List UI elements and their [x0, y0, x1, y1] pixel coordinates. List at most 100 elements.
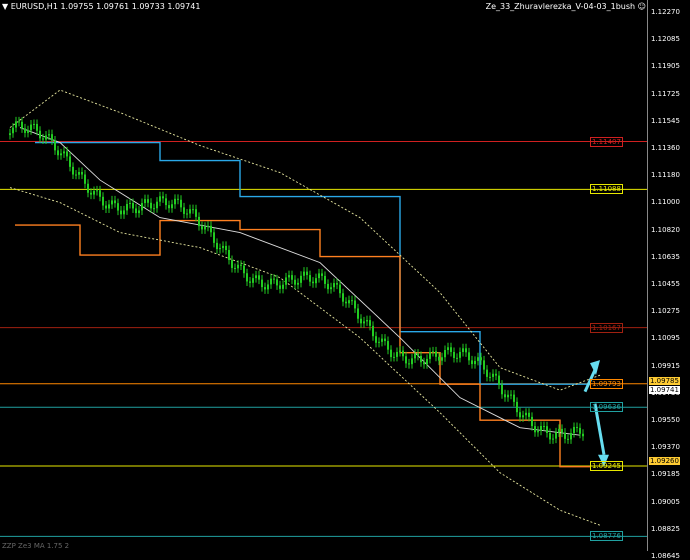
candle-body — [501, 384, 503, 395]
candle-body — [105, 205, 107, 209]
candle-body — [15, 121, 17, 128]
candle-body — [564, 432, 566, 439]
candle-body — [486, 369, 488, 377]
candle-body — [351, 300, 353, 302]
candle-body — [324, 275, 326, 284]
candle-body — [132, 203, 134, 209]
candle-body — [294, 279, 296, 285]
candle-body — [279, 285, 281, 289]
candle-body — [111, 200, 113, 205]
candle-body — [372, 325, 374, 337]
candle-body — [519, 412, 521, 418]
candle-body — [516, 401, 518, 413]
candle-body — [546, 426, 548, 433]
candle-body — [471, 360, 473, 365]
candle-body — [330, 287, 332, 290]
candle-body — [522, 415, 524, 418]
candle-body — [534, 426, 536, 433]
candle-body — [579, 427, 581, 434]
candle-body — [276, 279, 278, 286]
candle-body — [270, 278, 272, 285]
candle-body — [117, 203, 119, 211]
candle-body — [573, 426, 575, 434]
candle-body — [216, 242, 218, 250]
candle-body — [54, 140, 56, 151]
candle-body — [204, 226, 206, 230]
candle-body — [318, 273, 320, 279]
candle-body — [414, 353, 416, 359]
symbol-info: EURUSD,H1 1.09755 1.09761 1.09733 1.0974… — [10, 2, 201, 11]
candle-body — [447, 347, 449, 351]
candle-body — [483, 360, 485, 370]
level-label: 1.11407 — [590, 136, 623, 147]
candle-body — [489, 376, 491, 378]
candle-body — [366, 320, 368, 322]
price-chart-canvas[interactable] — [0, 0, 650, 551]
candle-body — [540, 425, 542, 431]
candle-body — [108, 204, 110, 209]
candle-body — [30, 124, 32, 131]
candle-body — [222, 245, 224, 249]
candle-body — [81, 172, 83, 175]
candle-body — [150, 202, 152, 209]
candle-body — [438, 356, 440, 361]
level-label: 1.09636 — [590, 402, 623, 413]
candle-body — [507, 394, 509, 398]
triangle-down-icon[interactable]: ▼ — [2, 2, 8, 11]
indicator-name: Ze_33_Zhuravlerezka_V-04-03_1bush — [485, 2, 636, 11]
candle-body — [492, 373, 494, 377]
candle-body — [423, 362, 425, 365]
tick-label: 1.11725 — [651, 89, 680, 98]
candle-body — [375, 336, 377, 343]
candle-body — [393, 356, 395, 358]
candle-body — [201, 226, 203, 230]
candle-body — [552, 438, 554, 440]
candle-body — [165, 198, 167, 206]
candle-body — [96, 190, 98, 192]
candle-body — [282, 284, 284, 289]
candle-body — [396, 351, 398, 357]
candle-body — [420, 355, 422, 363]
candle-body — [555, 432, 557, 439]
candle-body — [333, 283, 335, 288]
candle-body — [219, 248, 221, 250]
chart-header-right: Ze_33_Zhuravlerezka_V-04-03_1bush ☺ — [486, 2, 646, 11]
price-axis[interactable]: 1.12270 1.12085 1.11905 1.11725 1.11545 1.113… — [647, 0, 690, 560]
candle-body — [147, 199, 149, 203]
candle-body — [198, 216, 200, 227]
step-line-orange — [15, 219, 590, 468]
candle-body — [300, 275, 302, 283]
tick-label: 1.10455 — [651, 280, 680, 288]
candle-body — [468, 352, 470, 361]
candle-body — [51, 134, 53, 141]
candle-body — [231, 260, 233, 268]
candle-body — [78, 172, 80, 175]
candle-body — [543, 425, 545, 427]
chart-window[interactable]: ▼ EURUSD,H1 1.09755 1.09761 1.09733 1.09… — [0, 0, 690, 560]
candle-body — [129, 203, 131, 205]
candle-body — [567, 438, 569, 440]
footer-text: ZZP Ze3 MA 1.75 2 — [2, 542, 70, 550]
candle-body — [93, 191, 95, 195]
candle-body — [33, 123, 35, 125]
candle-body — [141, 203, 143, 211]
tick-label: 1.11180 — [651, 171, 680, 180]
tick-label: 1.10275 — [651, 307, 680, 316]
candle-body — [345, 301, 347, 304]
candle-body — [336, 283, 338, 285]
candle-body — [246, 273, 248, 282]
candle-body — [363, 321, 365, 324]
candle-body — [207, 225, 209, 227]
candle-body — [384, 338, 386, 342]
tick-label: 1.09915 — [651, 361, 680, 370]
candle-body — [531, 416, 533, 427]
candle-body — [291, 275, 293, 280]
candle-body — [210, 225, 212, 233]
candle-body — [249, 281, 251, 283]
candle-body — [195, 209, 197, 217]
candle-body — [459, 351, 461, 358]
tick-label: 1.09370 — [651, 443, 680, 452]
candle-body — [57, 150, 59, 156]
candle-body — [135, 208, 137, 214]
candle-body — [456, 357, 458, 359]
